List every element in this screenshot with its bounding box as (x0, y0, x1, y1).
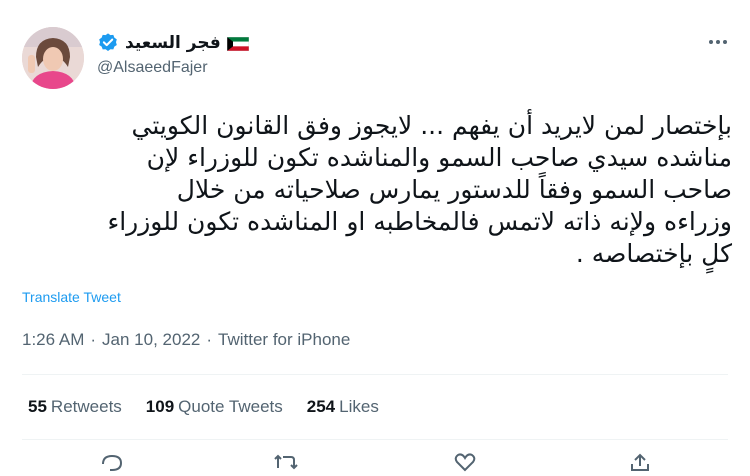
tweet-text-line: بإختصار لمن لايريد أن يفهم ... لايجوز وف… (131, 111, 732, 140)
tweet-text-line: مناشده سيدي صاحب السمو والمناشده تكون لل… (146, 143, 732, 172)
tweet-source[interactable]: Twitter for iPhone (218, 330, 350, 350)
avatar-image (22, 27, 84, 89)
more-options-icon[interactable] (707, 34, 729, 50)
tweet-date[interactable]: Jan 10, 2022 (102, 330, 200, 350)
tweet-meta: 1:26 AM · Jan 10, 2022 · Twitter for iPhone (22, 330, 350, 350)
tweet-text-line: صاحب السمو وفقاً للدستور يمارس صلاحياته … (176, 175, 732, 204)
likes-stat[interactable]: 254 Likes (307, 397, 379, 417)
reply-icon[interactable] (99, 452, 125, 472)
retweet-icon[interactable] (273, 452, 299, 472)
quote-tweets-stat[interactable]: 109 Quote Tweets (146, 397, 283, 417)
divider (22, 374, 728, 375)
translate-tweet-link[interactable]: Translate Tweet (22, 289, 121, 305)
meta-separator: · (90, 330, 97, 349)
verified-badge-icon (97, 32, 119, 54)
author-handle[interactable]: @AlsaeedFajer (97, 59, 208, 77)
tweet-text-line: كلٍ بإختصاصه . (575, 239, 732, 268)
like-icon[interactable] (452, 452, 478, 472)
retweets-stat[interactable]: 55 Retweets (28, 397, 122, 417)
tweet-stats: 55 Retweets 109 Quote Tweets 254 Likes (28, 397, 379, 417)
share-icon[interactable] (627, 452, 653, 472)
avatar[interactable] (22, 27, 84, 89)
tweet-time[interactable]: 1:26 AM (22, 330, 84, 350)
retweets-label: Retweets (50, 397, 122, 416)
retweets-count: 55 (28, 397, 47, 416)
author-display-name[interactable]: فجر السعيد (125, 33, 221, 53)
tweet-text: بإختصار لمن لايريد أن يفهم ... لايجوز وف… (20, 110, 732, 270)
tweet-text-line: وزراءه ولإنه ذاته لاتمس فالمخاطبه او الم… (107, 207, 732, 236)
action-bar (0, 452, 750, 472)
divider (22, 439, 728, 440)
quote-tweets-label: Quote Tweets (178, 397, 283, 416)
author-name-row: فجر السعيد (97, 31, 249, 55)
kuwait-flag-icon (226, 36, 249, 52)
meta-separator: · (206, 330, 213, 349)
quote-tweets-count: 109 (145, 397, 175, 416)
likes-label: Likes (339, 397, 379, 416)
likes-count: 254 (306, 397, 336, 416)
